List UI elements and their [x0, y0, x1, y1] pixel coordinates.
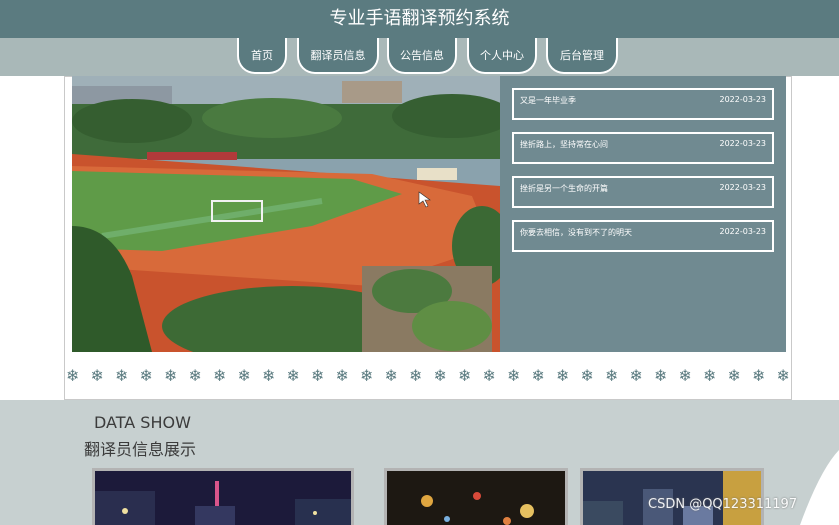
- nav-profile[interactable]: 个人中心: [467, 38, 537, 74]
- nav-translators[interactable]: 翻译员信息: [297, 38, 379, 74]
- nav-admin[interactable]: 后台管理: [546, 38, 618, 74]
- notice-title: 你要去相信，没有到不了的明天: [520, 228, 632, 237]
- watermark: CSDN @QQ123311197: [648, 497, 798, 512]
- snowflake-icon: ❄: [556, 365, 570, 385]
- snowflake-icon: ❄: [458, 365, 472, 385]
- snowflake-icon: ❄: [90, 365, 104, 385]
- section-eyebrow: DATA SHOW: [94, 413, 191, 432]
- snowflake-icon: ❄: [482, 365, 496, 385]
- snowflake-icon: ❄: [654, 365, 668, 385]
- snowflake-icon: ❄: [384, 365, 398, 385]
- notice-date: 2022-03-23: [719, 183, 767, 192]
- snowflake-icon: ❄: [433, 365, 447, 385]
- notice-item[interactable]: 挫折是另一个生命的开篇 2022-03-23: [512, 176, 774, 208]
- ornament-divider: ❄ ❄ ❄ ❄ ❄ ❄ ❄ ❄ ❄ ❄ ❄ ❄ ❄ ❄ ❄ ❄ ❄ ❄ ❄ ❄ ❄ ❄ ❄ ❄ ❄ ❄ ❄ ❄ ❄ ❄: [66, 362, 790, 388]
- snowflake-icon: ❄: [703, 365, 717, 385]
- banner-image[interactable]: [72, 76, 500, 352]
- site-title: 专业手语翻译预约系统: [329, 8, 510, 29]
- translator-card[interactable]: [384, 468, 568, 525]
- site-header: 专业手语翻译预约系统: [0, 0, 839, 38]
- notice-title: 挫折路上，坚持常在心间: [520, 140, 608, 149]
- snowflake-icon: ❄: [605, 365, 619, 385]
- snowflake-icon: ❄: [188, 365, 202, 385]
- translator-photo: [387, 471, 565, 525]
- snowflake-icon: ❄: [531, 365, 545, 385]
- snowflake-icon: ❄: [115, 365, 129, 385]
- notice-date: 2022-03-23: [719, 95, 767, 104]
- snowflake-icon: ❄: [237, 365, 251, 385]
- notice-date: 2022-03-23: [719, 139, 767, 148]
- notice-title: 挫折是另一个生命的开篇: [520, 184, 608, 193]
- notice-title: 又是一年毕业季: [520, 96, 576, 105]
- snowflake-icon: ❄: [409, 365, 423, 385]
- snowflake-icon: ❄: [507, 365, 521, 385]
- snowflake-icon: ❄: [66, 365, 80, 385]
- snowflake-icon: ❄: [262, 365, 276, 385]
- snowflake-icon: ❄: [311, 365, 325, 385]
- snowflake-icon: ❄: [776, 365, 790, 385]
- snowflake-icon: ❄: [139, 365, 153, 385]
- snowflake-icon: ❄: [752, 365, 766, 385]
- notice-date: 2022-03-23: [719, 227, 767, 236]
- translator-photo: [95, 471, 351, 525]
- snowflake-icon: ❄: [727, 365, 741, 385]
- snowflake-icon: ❄: [335, 365, 349, 385]
- snowflake-icon: ❄: [286, 365, 300, 385]
- section-title: 翻译员信息展示: [84, 440, 197, 459]
- snowflake-icon: ❄: [360, 365, 374, 385]
- main-nav: 首页 翻译员信息 公告信息 个人中心 后台管理: [0, 38, 839, 76]
- notice-item[interactable]: 又是一年毕业季 2022-03-23: [512, 88, 774, 120]
- snowflake-icon: ❄: [580, 365, 594, 385]
- snowflake-icon: ❄: [164, 365, 178, 385]
- snowflake-icon: ❄: [678, 365, 692, 385]
- translator-card[interactable]: [92, 468, 354, 525]
- snowflake-icon: ❄: [213, 365, 227, 385]
- stadium-photo: [72, 76, 500, 352]
- snowflake-icon: ❄: [629, 365, 643, 385]
- notice-item[interactable]: 挫折路上，坚持常在心间 2022-03-23: [512, 132, 774, 164]
- nav-notices[interactable]: 公告信息: [387, 38, 457, 74]
- notice-item[interactable]: 你要去相信，没有到不了的明天 2022-03-23: [512, 220, 774, 252]
- nav-home[interactable]: 首页: [237, 38, 287, 74]
